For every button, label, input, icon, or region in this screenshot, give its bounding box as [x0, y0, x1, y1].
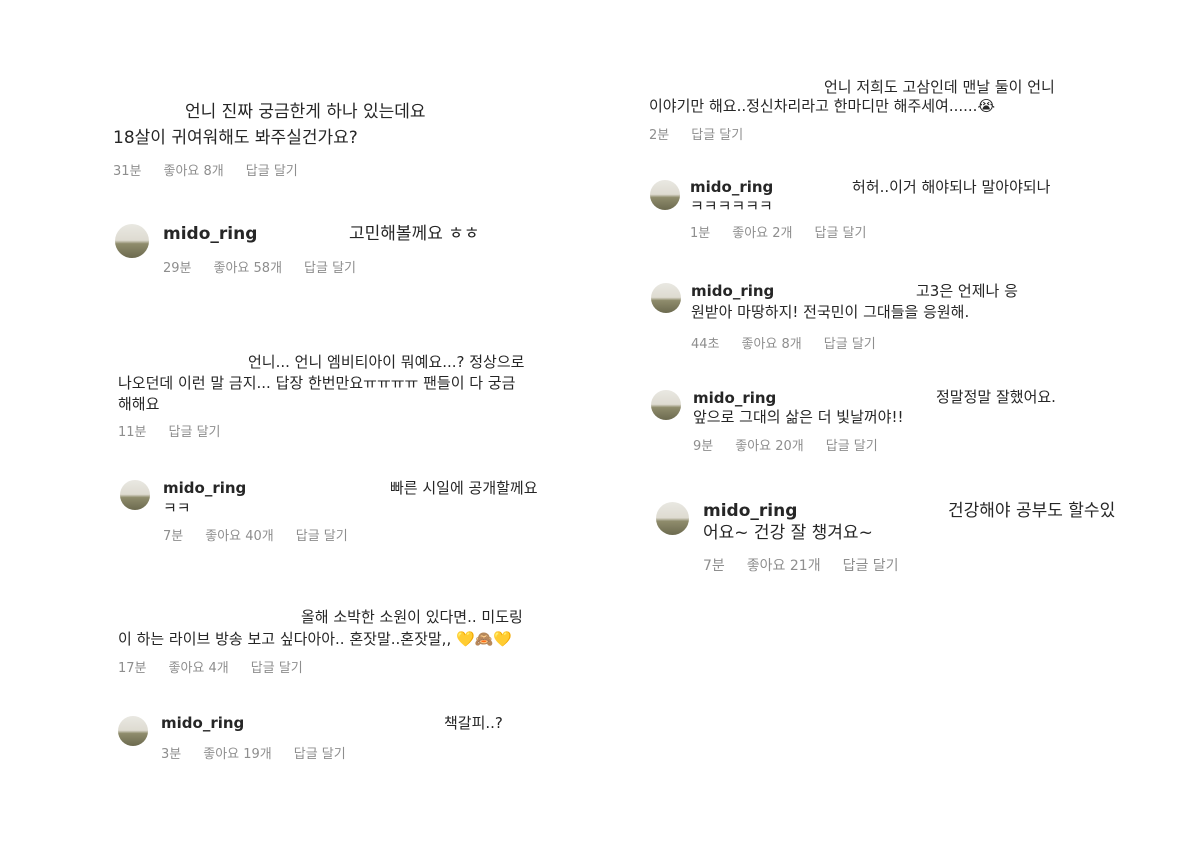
like-count[interactable]: 좋아요 20개: [735, 439, 804, 454]
comment-meta: 7분 좋아요 21개 답글 달기: [703, 555, 921, 575]
avatar[interactable]: [650, 180, 680, 210]
comment-meta: 11분 답글 달기: [118, 421, 243, 440]
reply-button[interactable]: 답글 달기: [296, 529, 348, 544]
comment-text: 해해요: [118, 395, 160, 413]
username[interactable]: mido_ring: [161, 712, 244, 734]
reply-button[interactable]: 답글 달기: [246, 164, 298, 179]
reply-text: 빠른 시일에 공개할께요: [390, 479, 538, 497]
avatar[interactable]: [656, 502, 689, 535]
comment-text: 올해 소박한 소원이 있다면.. 미도링: [301, 608, 523, 626]
timestamp: 44초: [691, 337, 720, 352]
like-count[interactable]: 좋아요 21개: [747, 558, 821, 574]
reply-text: 앞으로 그대의 삶은 더 빛날꺼야!!: [693, 408, 904, 426]
timestamp: 11분: [118, 425, 147, 440]
comment-meta: 9분 좋아요 20개 답글 달기: [693, 435, 900, 454]
comment-meta: 7분 좋아요 40개 답글 달기: [163, 525, 370, 544]
comment-text: 이야기만 해요..정신차리라고 한마디만 해주세여......😭: [649, 97, 995, 115]
username[interactable]: mido_ring: [691, 280, 774, 302]
reply-text: ㅋㅋㅋㅋㅋㅋ: [690, 197, 773, 215]
reply-button[interactable]: 답글 달기: [824, 337, 876, 352]
like-count[interactable]: 좋아요 4개: [169, 661, 229, 676]
reply-text: 고3은 언제나 응: [916, 282, 1018, 300]
timestamp: 9분: [693, 439, 714, 454]
reply-button[interactable]: 답글 달기: [814, 226, 866, 241]
comment-text: 나오던데 이런 말 금지... 답장 한번만요ㅠㅠㅠㅠ 팬들이 다 궁금: [118, 374, 516, 392]
username[interactable]: mido_ring: [163, 221, 257, 247]
reply-button[interactable]: 답글 달기: [691, 128, 743, 143]
timestamp: 7분: [703, 558, 725, 574]
username[interactable]: mido_ring: [163, 477, 246, 499]
comment-text: 이 하는 라이브 방송 보고 싶다아아.. 혼잣말..혼잣말,, 💛🙈💛: [118, 630, 513, 648]
reply-button[interactable]: 답글 달기: [304, 261, 356, 276]
avatar[interactable]: [115, 224, 149, 258]
reply-button[interactable]: 답글 달기: [251, 661, 303, 676]
timestamp: 2분: [649, 128, 670, 143]
comment-text: 언니... 언니 엠비티아이 뭐예요...? 정상으로: [248, 353, 525, 371]
comment-meta: 29분 좋아요 58개 답글 달기: [163, 257, 378, 276]
comment-meta: 1분 좋아요 2개 답글 달기: [690, 222, 888, 241]
like-count[interactable]: 좋아요 8개: [742, 337, 802, 352]
comment-meta: 2분 답글 달기: [649, 124, 765, 143]
timestamp: 3분: [161, 747, 182, 762]
reply-text: 고민해볼께요 ㅎㅎ: [349, 224, 480, 244]
comment-meta: 31분 좋아요 8개 답글 달기: [113, 160, 320, 179]
reply-button[interactable]: 답글 달기: [843, 558, 899, 574]
avatar[interactable]: [120, 480, 150, 510]
reply-button[interactable]: 답글 달기: [169, 425, 221, 440]
timestamp: 7분: [163, 529, 184, 544]
reply-button[interactable]: 답글 달기: [294, 747, 346, 762]
avatar[interactable]: [651, 283, 681, 313]
timestamp: 17분: [118, 661, 147, 676]
reply-text: 책갈피..?: [444, 714, 503, 732]
reply-button[interactable]: 답글 달기: [826, 439, 878, 454]
reply-text: 정말정말 잘했어요.: [936, 388, 1056, 406]
avatar[interactable]: [651, 390, 681, 420]
timestamp: 29분: [163, 261, 192, 276]
comment-meta: 44초 좋아요 8개 답글 달기: [691, 333, 898, 352]
like-count[interactable]: 좋아요 8개: [164, 164, 224, 179]
reply-text: 원받아 마땅하지! 전국민이 그대들을 응원해.: [691, 303, 970, 321]
comment-text: 언니 진짜 궁금한게 하나 있는데요: [185, 102, 426, 122]
reply-text: 건강해야 공부도 할수있: [948, 501, 1116, 521]
reply-text: 어요~ 건강 잘 챙겨요~: [703, 523, 873, 543]
like-count[interactable]: 좋아요 40개: [205, 529, 274, 544]
like-count[interactable]: 좋아요 58개: [214, 261, 283, 276]
reply-text: 허허..이거 해야되나 말아야되나: [852, 178, 1051, 196]
comment-meta: 3분 좋아요 19개 답글 달기: [161, 743, 368, 762]
comment-text: 18살이 귀여워해도 봐주실건가요?: [113, 128, 358, 148]
reply-text: ㅋㅋ: [163, 499, 191, 517]
comment-meta: 17분 좋아요 4개 답글 달기: [118, 657, 325, 676]
timestamp: 31분: [113, 164, 142, 179]
timestamp: 1분: [690, 226, 711, 241]
avatar[interactable]: [118, 716, 148, 746]
like-count[interactable]: 좋아요 19개: [203, 747, 272, 762]
like-count[interactable]: 좋아요 2개: [732, 226, 792, 241]
